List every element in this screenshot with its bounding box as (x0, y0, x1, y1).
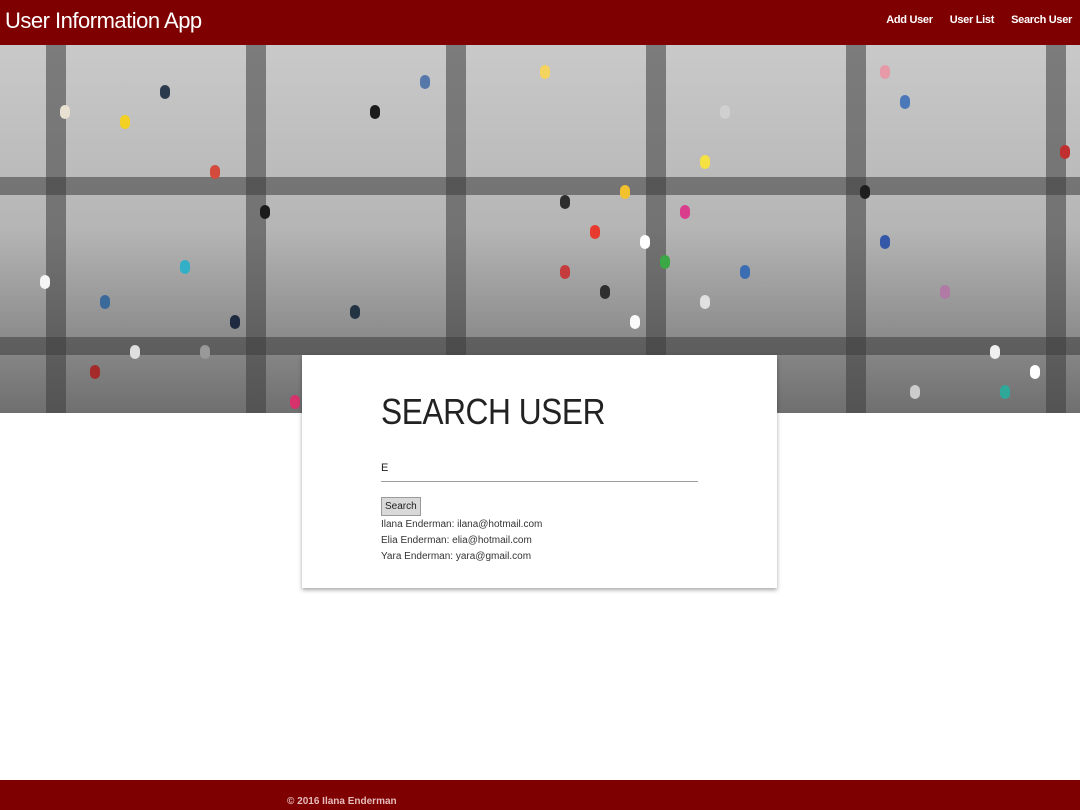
search-button[interactable]: Search (381, 497, 421, 516)
search-result-item: Yara Enderman: yara@gmail.com (381, 551, 532, 562)
search-input[interactable] (381, 455, 698, 482)
nav-link-search-user[interactable]: Search User (1011, 14, 1072, 26)
app-title[interactable]: User Information App (5, 8, 202, 34)
search-results-list: Ilana Enderman: ilana@hotmail.com Elia E… (381, 517, 542, 565)
nav-link-add-user[interactable]: Add User (886, 14, 933, 26)
footer: © 2016 Ilana Enderman (0, 780, 1080, 810)
search-result-item: Elia Enderman: elia@hotmail.com (381, 535, 532, 546)
navbar: User Information App Add User User List … (0, 0, 1080, 45)
page-title: SEARCH USER (381, 391, 606, 432)
nav-links: Add User User List Search User (886, 14, 1072, 26)
nav-link-user-list[interactable]: User List (950, 14, 995, 26)
search-user-card: SEARCH USER Search Ilana Enderman: ilana… (302, 355, 777, 588)
copyright-text: © 2016 Ilana Enderman (287, 796, 397, 807)
search-result-item: Ilana Enderman: ilana@hotmail.com (381, 519, 543, 530)
